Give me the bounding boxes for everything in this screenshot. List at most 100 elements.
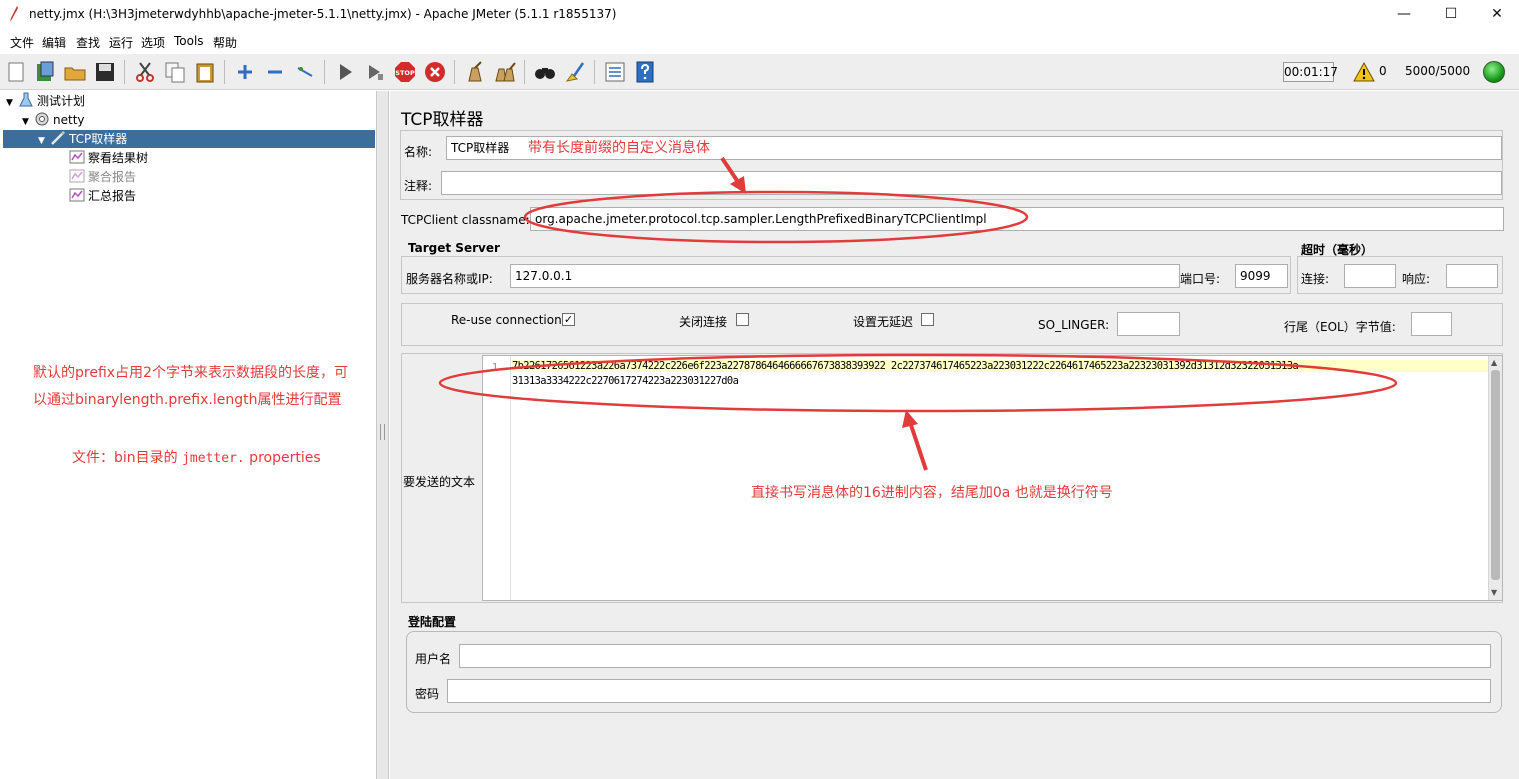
window-title: netty.jmx (H:\3H3jmeterwdyhhb\apache-jme… [29, 7, 617, 21]
minimize-button[interactable]: — [1393, 4, 1415, 24]
elapsed-timer: 00:01:17 [1283, 62, 1338, 82]
username-label: 用户名 [415, 652, 452, 666]
open-icon[interactable] [63, 60, 87, 84]
test-plan-tree: ▼ 测试计划 ▼ netty ▼ TCP取样器 察看结果树 聚合报告 汇总报告 [0, 91, 377, 779]
comment-input[interactable] [441, 171, 1502, 195]
line-number: 1 [492, 362, 499, 373]
menu-run[interactable]: 运行 [109, 34, 133, 51]
splitter-grip[interactable] [380, 424, 385, 440]
shutdown-icon[interactable] [423, 60, 447, 84]
menu-search[interactable]: 查找 [76, 34, 100, 51]
listener-icon [69, 150, 85, 164]
tree-item-label: TCP取样器 [69, 132, 128, 146]
annotation-file-note-mono: jmetter. [182, 451, 245, 466]
tree-item-tcp-sampler[interactable]: ▼ TCP取样器 [3, 130, 375, 148]
thread-group-icon [35, 112, 49, 126]
no-delay-checkbox[interactable] [921, 313, 934, 326]
toolbar-separator [454, 60, 455, 84]
title-bar: netty.jmx (H:\3H3jmeterwdyhhb\apache-jme… [0, 0, 1519, 30]
line-number-gutter: 1 [483, 356, 511, 600]
port-input[interactable]: 9099 [1235, 264, 1288, 288]
expand-icon[interactable] [233, 60, 257, 84]
toolbar: STOP 00:01:17 0 5000/5000 [0, 54, 1519, 90]
connection-options-group: Re-use connection ✓ 关闭连接 设置无延迟 SO_LINGER… [401, 303, 1503, 346]
annotation-name-note: 带有长度前缀的自定义消息体 [528, 140, 710, 156]
scroll-up-icon[interactable]: ▲ [1491, 358, 1497, 367]
maximize-button[interactable]: ☐ [1440, 4, 1462, 24]
copy-icon[interactable] [163, 60, 187, 84]
menu-options[interactable]: 选项 [141, 34, 165, 51]
collapse-icon[interactable] [263, 60, 287, 84]
start-no-pause-icon[interactable] [363, 60, 387, 84]
clear-icon[interactable] [463, 60, 487, 84]
response-timeout-label: 响应: [1402, 272, 1431, 286]
warning-icon[interactable] [1353, 62, 1375, 82]
tree-expand-arrow[interactable]: ▼ [38, 132, 50, 150]
tree-item-label: 测试计划 [37, 94, 86, 108]
cut-icon[interactable] [133, 60, 157, 84]
no-delay-label: 设置无延迟 [853, 315, 914, 329]
editor-scrollbar[interactable]: ▲ ▼ [1488, 356, 1502, 600]
thread-count: 5000/5000 [1405, 64, 1471, 78]
close-button[interactable]: ✕ [1486, 4, 1508, 24]
start-icon[interactable] [333, 60, 357, 84]
save-icon[interactable] [93, 60, 117, 84]
login-config-group: 用户名 密码 [406, 631, 1502, 713]
port-label: 端口号: [1180, 272, 1221, 286]
menu-edit[interactable]: 编辑 [42, 34, 66, 51]
tree-item-thread-group[interactable]: ▼ netty [22, 111, 85, 129]
connect-timeout-label: 连接: [1301, 272, 1330, 286]
request-data-editor[interactable]: 1 7b2261726561223a226a7374222c226e6f223a… [482, 355, 1503, 601]
clear-all-icon[interactable] [493, 60, 517, 84]
close-connection-label: 关闭连接 [679, 315, 728, 329]
reset-search-icon[interactable] [563, 60, 587, 84]
stop-icon[interactable]: STOP [393, 60, 417, 84]
templates-icon[interactable] [33, 60, 57, 84]
toolbar-separator [324, 60, 325, 84]
panel-splitter[interactable] [377, 91, 389, 779]
help-icon[interactable] [633, 60, 657, 84]
tree-item-view-results-tree[interactable]: 察看结果树 [69, 149, 148, 167]
tree-expand-arrow[interactable]: ▼ [22, 113, 34, 131]
tree-item-summary-report[interactable]: 汇总报告 [69, 187, 136, 205]
annotation-file-note: 文件：bin目录的 jmetter. properties [72, 447, 321, 467]
reuse-connection-label: Re-use connection [451, 313, 562, 327]
tree-expand-arrow[interactable]: ▼ [6, 94, 18, 112]
code-line[interactable]: 7b2261726561223a226a7374222c226e6f223a22… [512, 360, 1488, 372]
sampler-icon [51, 131, 65, 145]
menu-tools[interactable]: Tools [174, 34, 204, 48]
annotation-prefix-note-line1: 默认的prefix占用2个字节来表示数据段的长度，可 [33, 365, 348, 381]
scroll-thumb[interactable] [1491, 370, 1500, 580]
server-input[interactable]: 127.0.0.1 [510, 264, 1180, 288]
tree-item-aggregate-report[interactable]: 聚合报告 [69, 168, 136, 186]
login-config-title: 登陆配置 [408, 615, 457, 629]
text-to-send-label: 要发送的文本 [403, 475, 476, 489]
search-icon[interactable] [533, 60, 557, 84]
code-line[interactable]: 31313a3334222c2270617274223a223031227d0a [512, 375, 739, 387]
menu-help[interactable]: 帮助 [213, 34, 237, 51]
annotation-file-note-suffix: properties [244, 450, 321, 466]
name-label: 名称: [404, 145, 433, 159]
tree-item-label: 汇总报告 [88, 189, 137, 203]
toggle-icon[interactable] [293, 60, 317, 84]
function-helper-icon[interactable] [603, 60, 627, 84]
target-server-group: 服务器名称或IP: 127.0.0.1 端口号: 9099 [401, 256, 1291, 294]
username-input[interactable] [459, 644, 1491, 668]
new-icon[interactable] [4, 60, 28, 84]
warning-count: 0 [1379, 64, 1387, 78]
password-input[interactable] [447, 679, 1491, 703]
classname-input[interactable]: org.apache.jmeter.protocol.tcp.sampler.L… [530, 207, 1504, 231]
password-label: 密码 [415, 687, 440, 701]
tree-item-test-plan[interactable]: ▼ 测试计划 [6, 92, 85, 110]
so-linger-input[interactable] [1117, 312, 1180, 336]
connect-timeout-input[interactable] [1344, 264, 1396, 288]
menu-file[interactable]: 文件 [10, 34, 34, 51]
scroll-down-icon[interactable]: ▼ [1491, 588, 1497, 597]
paste-icon[interactable] [193, 60, 217, 84]
reuse-connection-checkbox[interactable]: ✓ [562, 313, 575, 326]
eol-byte-input[interactable] [1411, 312, 1452, 336]
response-timeout-input[interactable] [1446, 264, 1498, 288]
close-connection-checkbox[interactable] [736, 313, 749, 326]
jmeter-feather-icon [10, 6, 18, 22]
annotation-file-note-prefix: 文件：bin目录的 [72, 450, 183, 466]
